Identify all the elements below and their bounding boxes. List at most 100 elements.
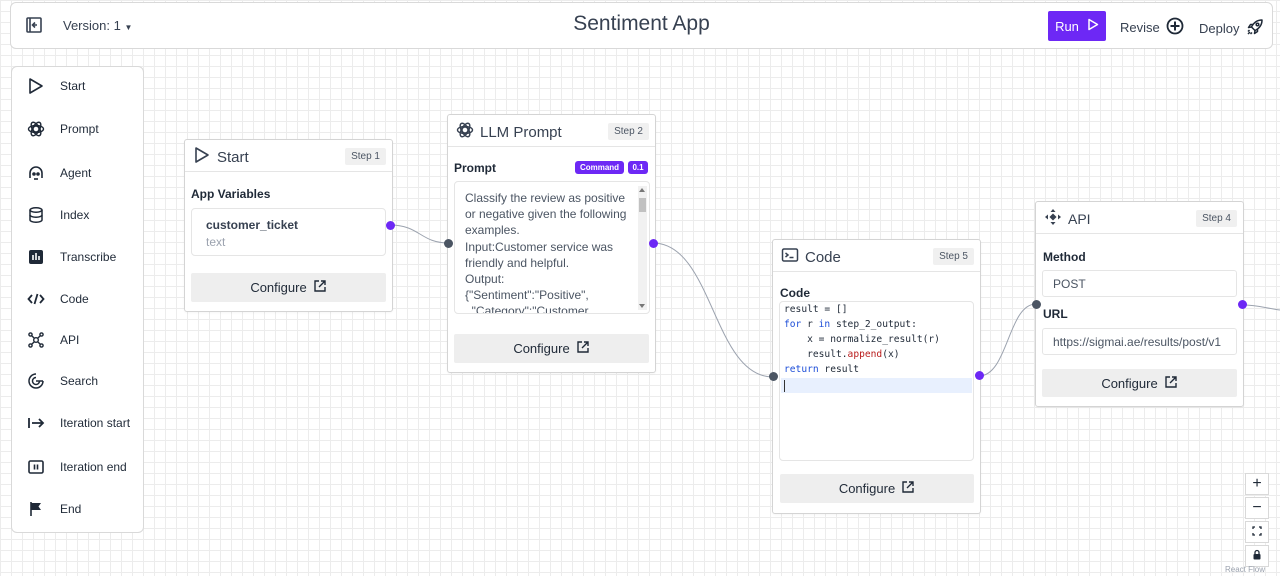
edge-start-to-prompt — [389, 224, 450, 244]
sidebar-item-label: Iteration start — [60, 416, 131, 430]
code-output-handle[interactable] — [975, 371, 984, 380]
sidebar-item-label: Code — [60, 292, 89, 306]
configure-label: Configure — [1101, 375, 1158, 391]
node-title-group: Code — [781, 246, 841, 268]
node-title-group: Start — [193, 146, 249, 168]
exit-icon[interactable] — [24, 15, 44, 35]
prompt-output-handle[interactable] — [649, 239, 658, 248]
variable-item[interactable]: customer_ticket text — [191, 208, 386, 256]
sidebar-item-label: Start — [60, 79, 86, 93]
lock-icon — [1252, 547, 1262, 565]
api-node[interactable]: API Step 4 Method POST URL https://sigma… — [1035, 201, 1244, 407]
sidebar-item-end[interactable]: End — [26, 499, 81, 519]
code-editor[interactable]: result = [] for r in step_2_output: x = … — [779, 301, 974, 461]
step-badge: Step 1 — [345, 148, 386, 165]
method-label: Method — [1043, 250, 1086, 264]
deploy-button[interactable]: Deploy — [1199, 17, 1265, 40]
react-flow-attribution[interactable]: React Flow — [1225, 565, 1265, 574]
sidebar-item-iteration-end[interactable]: Iteration end — [26, 457, 127, 477]
scroll-up-arrow[interactable] — [639, 188, 645, 192]
api-output-handle[interactable] — [1238, 300, 1247, 309]
step-badge: Step 2 — [608, 123, 649, 140]
sidebar-item-label: Search — [60, 374, 99, 388]
external-link-icon — [1164, 375, 1178, 392]
external-link-icon — [313, 279, 327, 296]
app-variables-label: App Variables — [191, 187, 271, 201]
lock-button[interactable] — [1245, 545, 1269, 567]
node-header: Code Step 5 — [773, 240, 980, 272]
prompt-input-handle[interactable] — [444, 239, 453, 248]
sidebar-item-iteration-start[interactable]: Iteration start — [26, 413, 130, 433]
scroll-thumb[interactable] — [639, 198, 646, 212]
code-input-handle[interactable] — [769, 372, 778, 381]
sidebar-item-start[interactable]: Start — [26, 76, 85, 96]
configure-button[interactable]: Configure — [1042, 369, 1237, 397]
run-button[interactable]: Run — [1048, 11, 1106, 41]
flag-icon — [26, 499, 46, 519]
method-field[interactable]: POST — [1042, 270, 1237, 297]
play-outline-icon — [193, 146, 211, 168]
sidebar-item-prompt[interactable]: Prompt — [26, 119, 99, 139]
rocket-icon — [1245, 17, 1265, 40]
version-label: Version: 1 — [63, 18, 121, 33]
url-label: URL — [1043, 307, 1068, 321]
sidebar-item-index[interactable]: Index — [26, 205, 89, 225]
sidebar-item-label: Prompt — [60, 122, 99, 136]
sidebar-item-label: Agent — [60, 166, 92, 180]
sidebar-item-transcribe[interactable]: Transcribe — [26, 247, 116, 267]
prompt-textarea[interactable]: Classify the review as positive or negat… — [454, 181, 650, 314]
caret-down-icon: ▼ — [124, 23, 133, 32]
api-move-icon — [1044, 208, 1062, 230]
arrow-right-bar-icon — [26, 413, 46, 433]
configure-button[interactable]: Configure — [454, 334, 649, 363]
step-badge: Step 4 — [1196, 210, 1237, 227]
configure-label: Configure — [838, 481, 896, 496]
search-icon — [26, 371, 46, 391]
node-title-group: API — [1044, 208, 1091, 230]
configure-button[interactable]: Configure — [780, 474, 974, 503]
openai-icon — [456, 121, 474, 143]
scroll-down-arrow[interactable] — [639, 304, 645, 308]
sidebar-item-label: Transcribe — [60, 250, 117, 264]
llm-prompt-node[interactable]: LLM Prompt Step 2 Prompt Command 0.1 Cla… — [447, 114, 656, 373]
top-bar: Version: 1 ▼ Sentiment App Run Revise De… — [10, 2, 1273, 49]
revise-icon — [1166, 17, 1184, 38]
terminal-icon — [781, 246, 799, 268]
fit-view-button[interactable] — [1245, 521, 1269, 543]
code-icon — [26, 289, 46, 309]
code-line: result = [] — [784, 304, 848, 315]
text-cursor — [784, 380, 785, 392]
start-node[interactable]: Start Step 1 App Variables customer_tick… — [184, 139, 393, 312]
zoom-in-button[interactable]: + — [1245, 473, 1269, 495]
node-title: API — [1068, 211, 1091, 227]
start-output-handle[interactable] — [386, 221, 395, 230]
node-title: LLM Prompt — [480, 123, 562, 141]
revise-button[interactable]: Revise — [1120, 17, 1184, 38]
sidebar-item-label: Index — [60, 208, 90, 222]
code-node[interactable]: Code Step 5 Code result = [] for r in st… — [772, 239, 981, 514]
node-header: LLM Prompt Step 2 — [448, 115, 655, 147]
sidebar-item-api[interactable]: API — [26, 330, 79, 350]
configure-label: Configure — [513, 341, 570, 356]
sidebar-item-label: End — [60, 502, 82, 516]
version-dropdown[interactable]: Version: 1 ▼ — [63, 18, 132, 33]
sidebar-item-code[interactable]: Code — [26, 289, 89, 309]
sidebar-item-agent[interactable]: Agent — [26, 163, 91, 183]
openai-icon — [26, 119, 46, 139]
sidebar-item-search[interactable]: Search — [26, 371, 98, 391]
prompt-label: Prompt — [454, 161, 496, 175]
zoom-out-button[interactable]: − — [1245, 497, 1269, 519]
external-link-icon — [901, 480, 915, 497]
code-line: for r in step_2_output: — [784, 319, 917, 330]
fit-view-icon — [1252, 523, 1262, 541]
edge-api-out — [1241, 304, 1280, 311]
prompt-text: Classify the review as positive or negat… — [465, 191, 627, 314]
configure-button[interactable]: Configure — [191, 273, 386, 302]
url-field[interactable]: https://sigmai.ae/results/post/v1 — [1042, 328, 1237, 355]
api-input-handle[interactable] — [1032, 300, 1041, 309]
node-title-group: LLM Prompt — [456, 121, 562, 143]
node-palette-sidebar: Start Prompt Agent Index Transcribe Code… — [11, 66, 144, 533]
revise-label: Revise — [1120, 20, 1160, 35]
sidebar-item-label: API — [60, 333, 80, 347]
prompt-scrollbar[interactable] — [638, 186, 647, 310]
